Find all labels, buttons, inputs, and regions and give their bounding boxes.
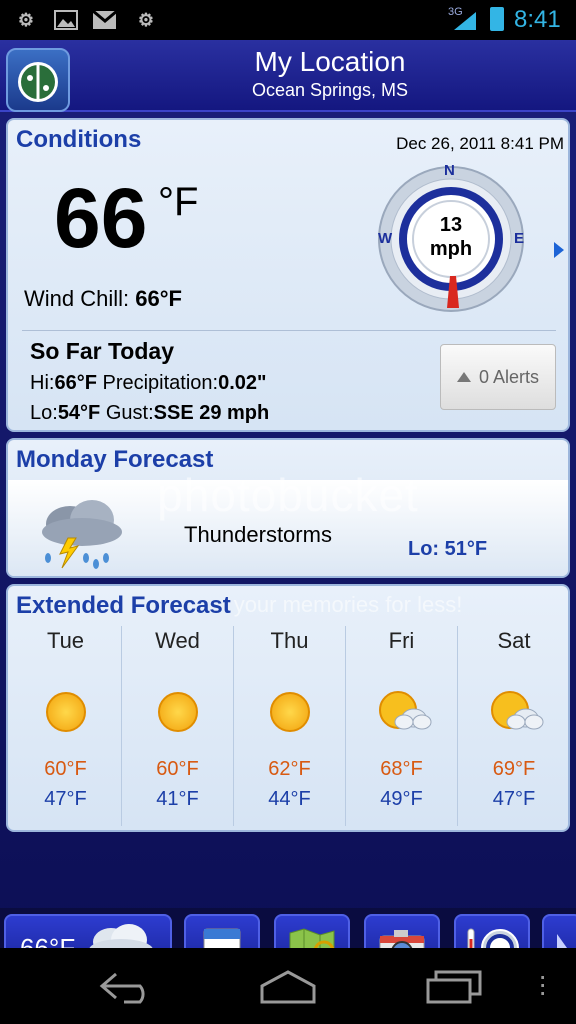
partly-cloudy-icon — [376, 688, 436, 741]
forecast-low: Lo: 51°F — [408, 538, 488, 560]
day-high: 62°F — [268, 758, 311, 780]
location-subtitle: Ocean Springs, MS — [251, 80, 409, 100]
hi-precip-line: Hi:66°F Precipitation:0.02" — [30, 372, 267, 395]
extended-title: Extended Forecast — [16, 592, 231, 619]
wind-chill-label: Wind Chill: — [24, 286, 130, 311]
wind-chill: Wind Chill: 66°F — [24, 286, 182, 312]
gust-label: Gust: — [105, 402, 154, 424]
gallery-icon — [54, 8, 78, 32]
app-content: My Location Ocean Springs, MS Conditions… — [0, 40, 576, 988]
forecast-day[interactable]: Tue 60°F 47°F — [10, 626, 122, 826]
status-bar: ⚙ ⚙ 3G 8:41 — [0, 0, 576, 40]
wind-speed: 13 — [439, 214, 463, 236]
battery-icon — [490, 7, 504, 31]
extended-forecast-card[interactable]: Extended Forecast Tue 60°F 47°F Wed 60°F 41°F… — [6, 584, 570, 832]
home-icon — [260, 970, 316, 1004]
day-name: Tue — [46, 628, 85, 653]
conditions-card[interactable]: Conditions Dec 26, 2011 8:41 PM 66 °F Wi… — [6, 118, 570, 432]
back-button[interactable] — [96, 968, 158, 1009]
next-page-arrow-icon[interactable] — [554, 242, 564, 258]
day-high: 60°F — [156, 758, 199, 780]
forecast-title: Monday Forecast — [16, 446, 214, 473]
daily-forecast-card[interactable]: Monday Forecast Thunderstorms Lo: 51°F — [6, 438, 570, 578]
sun-icon — [46, 692, 86, 732]
precip-label: Precipitation: — [102, 372, 219, 394]
alerts-label: 0 Alerts — [478, 366, 540, 387]
day-name: Fri — [388, 628, 415, 653]
home-button[interactable] — [256, 968, 320, 1009]
gust-value: SSE 29 mph — [153, 402, 270, 424]
lo-gust-line: Lo:54°F Gust:SSE 29 mph — [30, 402, 269, 425]
day-name: Sat — [497, 628, 531, 653]
forecast-day[interactable]: Thu 62°F 44°F — [234, 626, 346, 826]
weatherbug-logo-icon[interactable] — [6, 48, 70, 112]
precip-value: 0.02" — [218, 372, 267, 394]
day-low: 44°F — [268, 788, 311, 810]
current-temperature: 66 — [54, 171, 148, 265]
day-low: 47°F — [492, 788, 536, 810]
conditions-title: Conditions — [16, 126, 142, 153]
compass-north: N — [444, 162, 455, 179]
lo-label: Lo: — [30, 402, 58, 424]
sun-icon — [270, 692, 310, 732]
clock: 8:41 — [514, 6, 561, 33]
wind-compass[interactable]: N W E 13 mph — [376, 162, 526, 314]
back-arrow-icon — [99, 972, 145, 1004]
location-header[interactable]: My Location Ocean Springs, MS — [0, 40, 576, 112]
card-divider — [22, 330, 556, 331]
wind-speed-unit: mph — [429, 238, 473, 260]
thunderstorm-icon — [34, 494, 130, 576]
gmail-icon — [92, 8, 116, 32]
recent-apps-icon — [426, 970, 482, 1004]
day-name: Wed — [155, 628, 200, 653]
alert-triangle-icon — [456, 372, 471, 382]
notification-app-icon: ⚙ — [17, 9, 35, 30]
day-low: 47°F — [44, 788, 87, 810]
observation-datetime: Dec 26, 2011 8:41 PM — [396, 134, 564, 153]
forecast-condition: Thunderstorms — [184, 522, 332, 547]
forecast-day[interactable]: Wed 60°F 41°F — [122, 626, 234, 826]
day-low: 41°F — [156, 788, 199, 810]
temperature-unit: °F — [158, 180, 199, 224]
lo-value: 54°F — [57, 402, 101, 424]
day-high: 69°F — [492, 758, 536, 780]
alerts-button[interactable]: 0 Alerts — [440, 344, 556, 410]
hi-label: Hi: — [30, 372, 55, 394]
notification-app-icon-2: ⚙ — [137, 9, 155, 30]
location-title: My Location — [254, 46, 406, 77]
wind-chill-value: 66°F — [135, 286, 182, 311]
day-high: 60°F — [44, 758, 87, 780]
day-name: Thu — [270, 628, 309, 653]
day-high: 68°F — [380, 758, 423, 780]
sun-icon — [158, 692, 198, 732]
signal-icon — [452, 10, 478, 37]
forecast-day[interactable]: Fri 68°F 49°F — [346, 626, 458, 826]
system-navigation-bar: · · · — [0, 948, 576, 1024]
recent-apps-button[interactable] — [422, 968, 486, 1009]
forecast-day[interactable]: Sat 69°F 47°F — [458, 626, 568, 826]
partly-cloudy-icon — [488, 688, 548, 741]
so-far-today-title: So Far Today — [30, 338, 174, 364]
day-low: 49°F — [380, 788, 423, 810]
overflow-menu-icon[interactable]: · · · — [538, 962, 547, 1006]
hi-value: 66°F — [54, 372, 97, 394]
